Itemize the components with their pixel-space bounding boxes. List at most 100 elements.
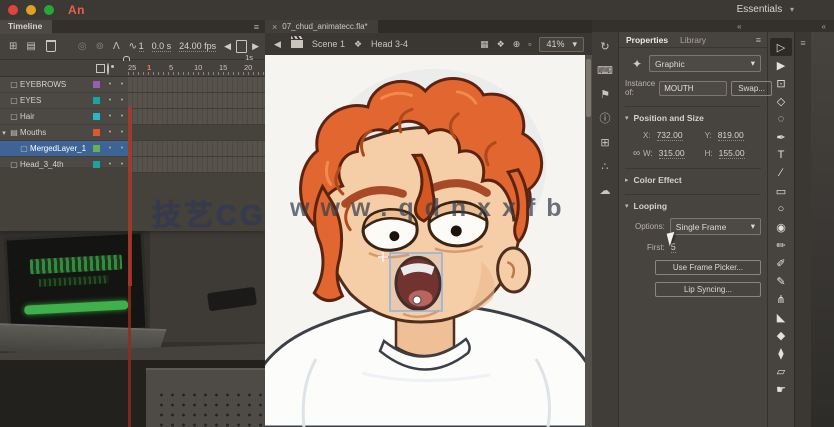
section-position-size[interactable]: ▾ Position and Size	[625, 106, 761, 123]
elapsed-time-value[interactable]: 0.0 s	[151, 41, 172, 52]
panel-icon[interactable]: ⓘ	[600, 114, 611, 125]
loop-frame-icon[interactable]	[236, 39, 248, 53]
scene-breadcrumb[interactable]: Scene 1	[312, 39, 345, 49]
tool-button[interactable]: ✏	[770, 236, 792, 254]
tool-button[interactable]: ⊡	[770, 74, 792, 92]
step-forward-button[interactable]: ▶	[252, 41, 259, 52]
panel-icon[interactable]: ↻	[600, 42, 609, 53]
parenting-view-button[interactable]: Ʌ	[113, 41, 120, 52]
layer-visibility-dot[interactable]: •	[104, 145, 116, 152]
tool-button[interactable]: ⧫	[770, 344, 792, 362]
tool-button[interactable]: ◆	[770, 326, 792, 344]
tool-button[interactable]: ▷	[770, 38, 792, 56]
layer-lock-dot[interactable]: •	[116, 97, 128, 104]
lip-syncing-button[interactable]: Lip Syncing...	[655, 282, 761, 297]
layer-row[interactable]: ▢ Head_3_4th • •	[0, 157, 128, 173]
back-icon[interactable]: ◀	[274, 39, 281, 50]
layer-visibility-dot[interactable]: •	[104, 81, 116, 88]
tool-button[interactable]: ◇	[770, 92, 792, 110]
tool-button[interactable]: ∕	[770, 164, 792, 182]
use-frame-picker-button[interactable]: Use Frame Picker...	[655, 260, 761, 275]
zoom-window-button[interactable]	[44, 5, 54, 15]
tool-button[interactable]: ✒	[770, 128, 792, 146]
layer-lock-dot[interactable]: •	[116, 129, 128, 136]
section-color-effect[interactable]: ▸ Color Effect	[625, 168, 761, 185]
new-layer-button[interactable]: ⊞	[9, 41, 17, 52]
tool-button[interactable]: ⋔	[770, 290, 792, 308]
panel-icon[interactable]: ∴	[602, 162, 609, 173]
layer-row[interactable]: ▢ EYES • •	[0, 93, 128, 109]
h-value[interactable]: 155.00	[718, 148, 745, 159]
current-frame-value[interactable]: 1	[138, 41, 144, 52]
layer-row[interactable]: ▢ MergedLayer_1 • •	[0, 141, 128, 157]
w-value[interactable]: 315.00	[658, 148, 685, 159]
tool-button[interactable]: ◉	[770, 218, 792, 236]
instance-name-field[interactable]	[659, 80, 728, 96]
edit-symbols-icon[interactable]: ❖	[497, 39, 505, 50]
tab-properties[interactable]: Properties	[626, 35, 668, 45]
layer-row[interactable]: ▢ EYEBROWS • •	[0, 77, 128, 93]
panel-icon[interactable]: ⊞	[600, 138, 609, 149]
first-frame-value[interactable]: 5	[670, 242, 676, 253]
layer-visibility-dot[interactable]: •	[104, 129, 116, 136]
minimize-window-button[interactable]	[26, 5, 36, 15]
onion-outline-button[interactable]: ⊚	[96, 41, 104, 52]
link-dimensions-icon[interactable]: ∞	[633, 148, 640, 159]
panel-icon[interactable]: ☁	[600, 186, 611, 197]
vertical-scrollbar[interactable]	[585, 55, 592, 427]
frames-row[interactable]	[128, 109, 265, 125]
layer-row[interactable]: ▢ Hair • •	[0, 109, 128, 125]
playhead[interactable]	[128, 106, 132, 286]
panel-menu-icon[interactable]: ≡	[254, 22, 259, 32]
tool-button[interactable]: ▱	[770, 362, 792, 380]
new-folder-button[interactable]: ▤	[26, 41, 35, 52]
visibility-column-icon[interactable]	[107, 63, 109, 75]
tool-button[interactable]: ☛	[770, 380, 792, 398]
tool-button[interactable]: T	[770, 146, 792, 164]
close-document-icon[interactable]: ×	[272, 22, 277, 32]
y-value[interactable]: 819.00	[717, 130, 744, 141]
tab-timeline[interactable]: Timeline	[0, 19, 53, 34]
panel-menu-icon[interactable]: ≡	[756, 35, 761, 45]
symbol-breadcrumb[interactable]: Head 3-4	[371, 39, 408, 49]
layer-visibility-dot[interactable]: •	[104, 113, 116, 120]
camera-icon[interactable]: ▦	[480, 39, 489, 50]
frame-ruler[interactable]: 1s 1 5 10 15 20 25	[128, 53, 265, 76]
tool-button[interactable]: ✎	[770, 272, 792, 290]
layer-visibility-dot[interactable]: •	[104, 161, 116, 168]
layer-lock-dot[interactable]: •	[116, 145, 128, 152]
tool-button[interactable]: ▭	[770, 182, 792, 200]
collapse-panels-button[interactable]: «	[822, 22, 826, 31]
symbol-behavior-select[interactable]: Graphic ▾	[649, 55, 761, 72]
layer-lock-dot[interactable]: •	[116, 161, 128, 168]
frames-row[interactable]	[128, 141, 265, 157]
clip-box-icon[interactable]: ▫	[528, 39, 531, 49]
frames-row[interactable]	[128, 93, 265, 109]
panel-menu-icon[interactable]: ≡	[800, 38, 805, 48]
delete-layer-button[interactable]	[45, 40, 56, 52]
frames-row[interactable]	[128, 77, 265, 93]
onion-skin-button[interactable]: ◎	[78, 41, 87, 52]
zoom-control[interactable]: 41% ▾	[539, 36, 584, 52]
frames-row[interactable]	[128, 125, 265, 141]
tool-button[interactable]: ▶	[770, 56, 792, 74]
frames-row[interactable]	[128, 157, 265, 173]
layer-row[interactable]: ▾ ▤ Mouths • •	[0, 125, 128, 141]
workspace-switcher[interactable]: Essentials ▾	[737, 4, 794, 15]
layer-lock-dot[interactable]: •	[116, 113, 128, 120]
panel-icon[interactable]: ⚑	[600, 90, 610, 101]
outline-column-icon[interactable]	[96, 64, 105, 73]
frames-grid[interactable]	[128, 77, 265, 173]
tool-button[interactable]: ◣	[770, 308, 792, 326]
panel-icon[interactable]: ⌨	[597, 66, 613, 77]
tool-button[interactable]: ✐	[770, 254, 792, 272]
x-value[interactable]: 732.00	[656, 130, 683, 141]
collapse-panels-button[interactable]: «	[737, 22, 741, 31]
folder-twirl-icon[interactable]: ▾	[0, 129, 8, 137]
tool-button[interactable]: ○	[770, 200, 792, 218]
document-tab[interactable]: × 07_chud_animatecc.fla*	[265, 20, 378, 33]
tool-button[interactable]: ◌	[770, 110, 792, 128]
step-back-button[interactable]: ◀	[224, 41, 231, 52]
stage-canvas[interactable]	[265, 55, 585, 427]
section-looping[interactable]: ▾ Looping	[625, 194, 761, 211]
